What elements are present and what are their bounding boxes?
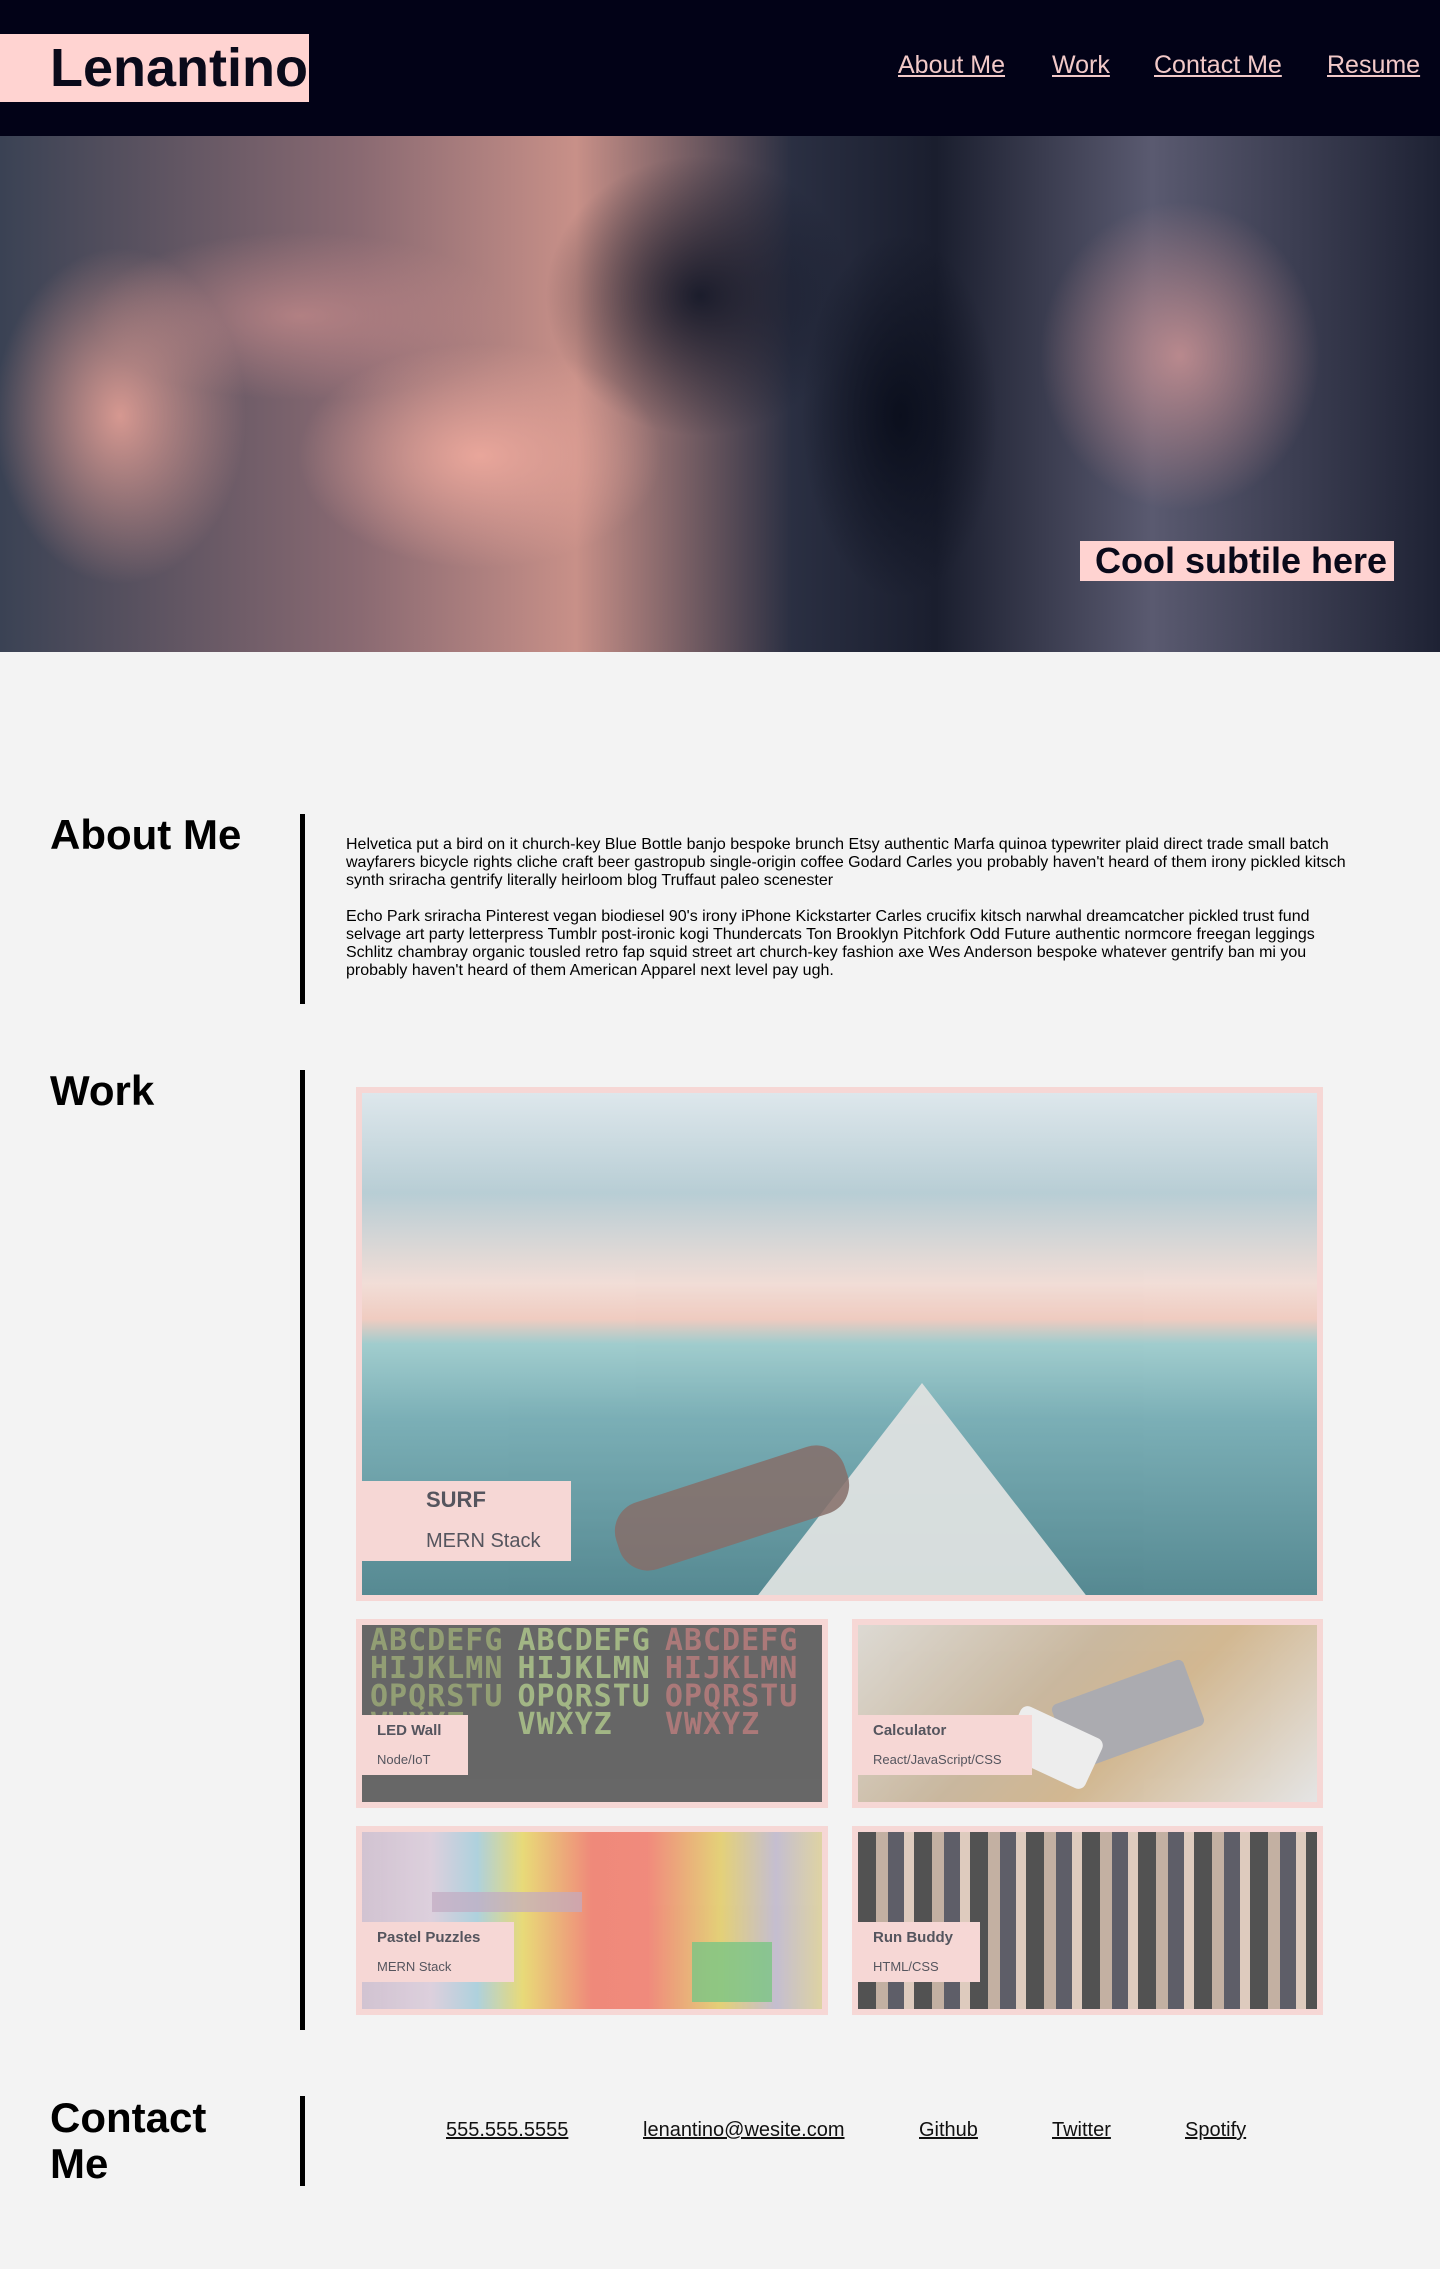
hero-banner: Cool subtile here	[0, 136, 1440, 652]
logo[interactable]: Lenantino	[0, 34, 309, 102]
about-paragraph-1: Helvetica put a bird on it church-key Bl…	[346, 836, 1346, 889]
pastel-puzzles-label: Pastel Puzzles MERN Stack	[362, 1922, 514, 1982]
project-card-surf[interactable]: SURF MERN Stack	[356, 1087, 1323, 1601]
nav-work[interactable]: Work	[1052, 50, 1110, 80]
nav-resume[interactable]: Resume	[1327, 50, 1420, 80]
contact-title-line-1: Contact	[50, 2094, 207, 2141]
calculator-stack: React/JavaScript/CSS	[873, 1752, 1002, 1767]
project-card-calculator[interactable]: Calculator React/JavaScript/CSS	[852, 1619, 1323, 1808]
led-wall-image: ABCDEFG HIJKLMN OPQRSTU VWXYZ ABCDEFG HI…	[362, 1625, 822, 1802]
contact-github-link[interactable]: Github	[919, 2118, 978, 2142]
logo-text: Lenantino	[50, 38, 308, 98]
puzzle-block	[692, 1942, 772, 2002]
contact-divider	[300, 2096, 305, 2186]
contact-twitter-link[interactable]: Twitter	[1052, 2118, 1111, 2142]
hero-subtitle-box: Cool subtile here	[1080, 541, 1394, 581]
nav-about-me[interactable]: About Me	[898, 50, 1005, 80]
about-title: About Me	[50, 811, 242, 858]
contact-title: Contact Me	[50, 2095, 206, 2187]
pastel-puzzles-image	[362, 1832, 822, 2009]
led-wall-stack: Node/IoT	[377, 1752, 431, 1767]
about-body: Helvetica put a bird on it church-key Bl…	[346, 836, 1352, 998]
hero-subtitle: Cool subtile here	[1095, 540, 1388, 581]
led-row: VWXYZ	[517, 1707, 613, 1742]
pastel-puzzles-stack: MERN Stack	[377, 1959, 452, 1974]
work-title: Work	[50, 1067, 155, 1114]
run-buddy-title: Run Buddy	[873, 1929, 953, 1946]
surf-title: SURF	[426, 1487, 486, 1512]
puzzle-strip	[432, 1892, 582, 1912]
contact-spotify-link[interactable]: Spotify	[1185, 2118, 1246, 2142]
project-card-pastel-puzzles[interactable]: Pastel Puzzles MERN Stack	[356, 1826, 828, 2015]
run-buddy-stack: HTML/CSS	[873, 1959, 939, 1974]
calculator-label: Calculator React/JavaScript/CSS	[858, 1715, 1032, 1775]
surf-stack: MERN Stack	[426, 1530, 541, 1552]
project-card-run-buddy[interactable]: Run Buddy HTML/CSS	[852, 1826, 1323, 2015]
led-wall-label: LED Wall Node/IoT	[362, 1715, 468, 1775]
contact-email-link[interactable]: lenantino@wesite.com	[643, 2118, 845, 2142]
site-header: Lenantino About Me Work Contact Me Resum…	[0, 0, 1440, 136]
contact-title-line-2: Me	[50, 2140, 109, 2187]
about-paragraph-2: Echo Park sriracha Pinterest vegan biodi…	[346, 908, 1315, 979]
led-column-3: ABCDEFG HIJKLMN OPQRSTU VWXYZ	[664, 1626, 798, 1742]
project-card-led-wall[interactable]: ABCDEFG HIJKLMN OPQRSTU VWXYZ ABCDEFG HI…	[356, 1619, 828, 1808]
run-buddy-image	[858, 1832, 1317, 2009]
run-buddy-label: Run Buddy HTML/CSS	[858, 1922, 980, 1982]
contact-phone-link[interactable]: 555.555.5555	[446, 2118, 568, 2142]
pastel-puzzles-title: Pastel Puzzles	[377, 1929, 481, 1946]
surf-label: SURF MERN Stack	[362, 1481, 571, 1561]
led-column-2: ABCDEFG HIJKLMN OPQRSTU VWXYZ	[517, 1626, 650, 1742]
about-divider	[300, 814, 305, 1004]
work-divider	[300, 1070, 305, 2030]
nav-contact-me[interactable]: Contact Me	[1154, 50, 1282, 80]
led-row: VWXYZ	[664, 1707, 761, 1742]
calculator-image	[858, 1625, 1317, 1802]
led-wall-title: LED Wall	[377, 1722, 442, 1739]
calculator-title: Calculator	[873, 1722, 947, 1739]
